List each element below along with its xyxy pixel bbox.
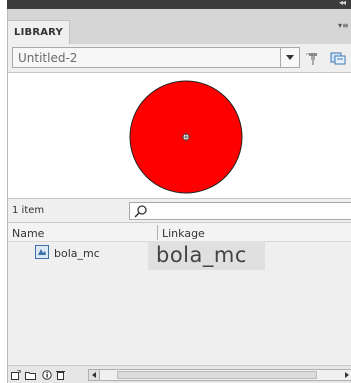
library-status-row: 1 item [8, 199, 351, 223]
column-header-name[interactable]: Name [12, 227, 44, 240]
library-toolbar [8, 365, 351, 383]
tab-strip: LIBRARY ▾≡ [8, 9, 351, 44]
column-header-linkage[interactable]: Linkage [162, 227, 205, 240]
scroll-left-icon[interactable] [89, 370, 100, 380]
column-divider[interactable] [157, 225, 158, 240]
new-symbol-icon[interactable] [11, 369, 21, 380]
movieclip-icon [35, 245, 49, 259]
ball-symbol-preview [129, 80, 243, 194]
panel-menu-icon[interactable]: ▾≡ [338, 22, 349, 30]
scroll-thumb[interactable] [117, 371, 317, 379]
search-input[interactable] [129, 202, 351, 220]
scroll-right-icon[interactable] [343, 370, 351, 380]
column-headers: Name Linkage [8, 222, 351, 242]
tab-library[interactable]: LIBRARY [8, 20, 70, 44]
delete-icon[interactable] [56, 370, 66, 380]
symbol-preview [8, 72, 351, 199]
document-select[interactable]: Untitled-2 [12, 47, 300, 68]
library-panel: LIBRARY ▾≡ Untitled-2 1 item Name Linkag… [7, 9, 351, 383]
horizontal-scrollbar[interactable] [88, 369, 351, 381]
properties-icon[interactable] [42, 370, 52, 380]
collapse-panel-icon[interactable]: ◂◂ [339, 0, 346, 7]
new-folder-icon[interactable] [25, 370, 36, 380]
tooltip-text: bola_mc [156, 243, 247, 267]
pin-library-icon[interactable] [306, 50, 322, 66]
linkage-tooltip: bola_mc [148, 241, 265, 270]
tab-library-label: LIBRARY [14, 27, 63, 38]
chevron-down-icon[interactable] [280, 48, 299, 67]
list-item-name: bola_mc [54, 247, 100, 260]
document-select-value: Untitled-2 [18, 51, 78, 65]
new-library-panel-icon[interactable] [330, 50, 346, 66]
item-count: 1 item [12, 205, 45, 216]
search-icon [134, 205, 147, 218]
panel-title-bar[interactable]: ◂◂ [7, 0, 351, 9]
